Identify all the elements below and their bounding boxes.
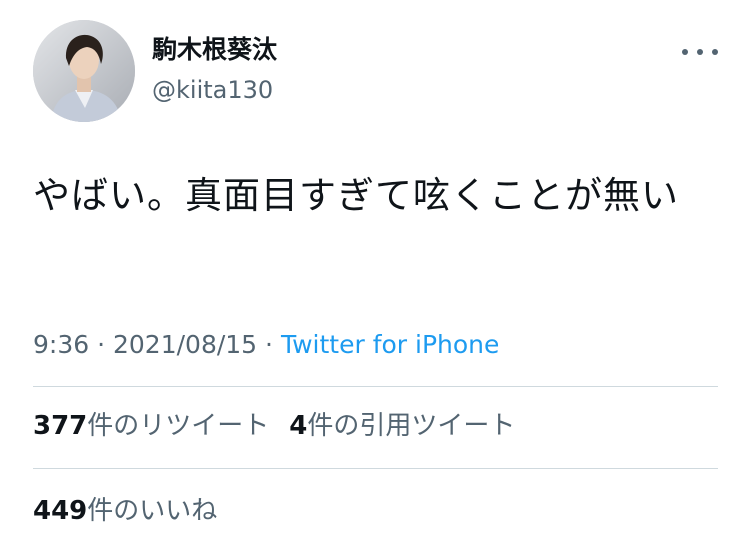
tweet-date[interactable]: 2021/08/15 xyxy=(113,330,257,359)
tweet-meta: 9:36 · 2021/08/15 · Twitter for iPhone xyxy=(33,328,499,362)
more-dot xyxy=(697,49,703,55)
more-dot xyxy=(682,49,688,55)
like-count: 449 xyxy=(33,496,88,526)
quote-count: 4 xyxy=(289,411,308,441)
likes-stat[interactable]: 449件のいいね xyxy=(33,496,217,526)
tweet-source-link[interactable]: Twitter for iPhone xyxy=(281,330,499,359)
quote-label: 件の引用ツイート xyxy=(307,411,516,441)
author-handle[interactable]: @kiita130 xyxy=(152,74,273,106)
retweet-count: 377 xyxy=(33,411,88,441)
quotes-stat[interactable]: 4件の引用ツイート xyxy=(289,411,515,441)
tweet-time[interactable]: 9:36 xyxy=(33,330,89,359)
retweet-stats-row: 377件のリツイート 4件の引用ツイート xyxy=(33,409,515,443)
meta-separator: · xyxy=(265,330,273,359)
author-display-name[interactable]: 駒木根葵汰 xyxy=(152,34,277,66)
divider xyxy=(33,468,718,469)
retweet-label: 件のリツイート xyxy=(87,411,270,441)
likes-stats-row: 449件のいいね xyxy=(33,494,217,528)
divider xyxy=(33,386,718,387)
more-options-icon[interactable] xyxy=(682,40,718,64)
meta-separator: · xyxy=(97,330,106,359)
avatar-photo xyxy=(33,20,135,122)
tweet-text: やばい。真面目すぎて呟くことが無い xyxy=(33,174,679,217)
more-dot xyxy=(712,49,718,55)
like-label: 件のいいね xyxy=(87,496,218,526)
avatar[interactable] xyxy=(33,20,135,122)
retweets-stat[interactable]: 377件のリツイート xyxy=(33,411,269,441)
